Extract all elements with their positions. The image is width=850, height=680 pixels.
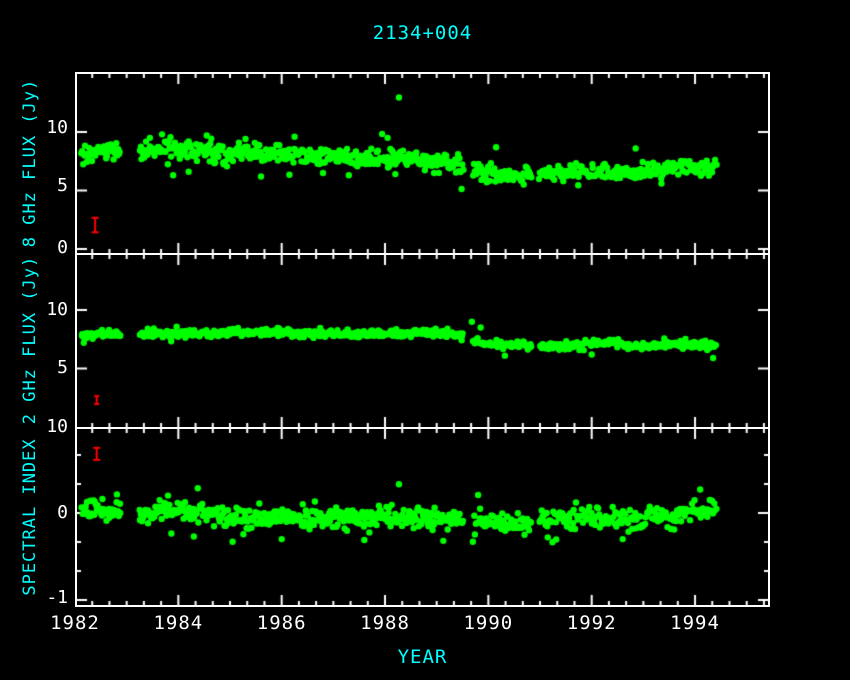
y-axis-title-8ghz: 8 GHz FLUX (Jy) bbox=[20, 79, 40, 248]
x-tick-label: 1982 bbox=[30, 612, 120, 634]
y-tick-label: 5 bbox=[57, 176, 68, 196]
scatter-canvas bbox=[75, 72, 770, 607]
y-tick-label: 10 bbox=[46, 417, 68, 437]
figure-root: 2134+004 8 GHz FLUX (Jy) 2 GHz FLUX (Jy)… bbox=[0, 0, 850, 680]
x-tick-label: 1988 bbox=[340, 612, 430, 634]
y-tick-label: 5 bbox=[57, 358, 68, 378]
y-tick-label: -1 bbox=[46, 588, 68, 608]
x-tick-label: 1992 bbox=[547, 612, 637, 634]
y-tick-label: 0 bbox=[57, 503, 68, 523]
y-axis-title-2ghz: 2 GHz FLUX (Jy) bbox=[20, 256, 40, 425]
y-tick-label: 10 bbox=[46, 118, 68, 138]
y-axis-title-spectral: SPECTRAL INDEX bbox=[20, 438, 40, 595]
x-tick-label: 1994 bbox=[650, 612, 740, 634]
chart-title: 2134+004 bbox=[75, 22, 770, 44]
x-axis-title: YEAR bbox=[75, 646, 770, 668]
x-tick-label: 1986 bbox=[237, 612, 327, 634]
y-tick-label: 10 bbox=[46, 300, 68, 320]
y-tick-label: 0 bbox=[57, 238, 68, 258]
x-tick-label: 1984 bbox=[133, 612, 223, 634]
x-tick-label: 1990 bbox=[443, 612, 533, 634]
